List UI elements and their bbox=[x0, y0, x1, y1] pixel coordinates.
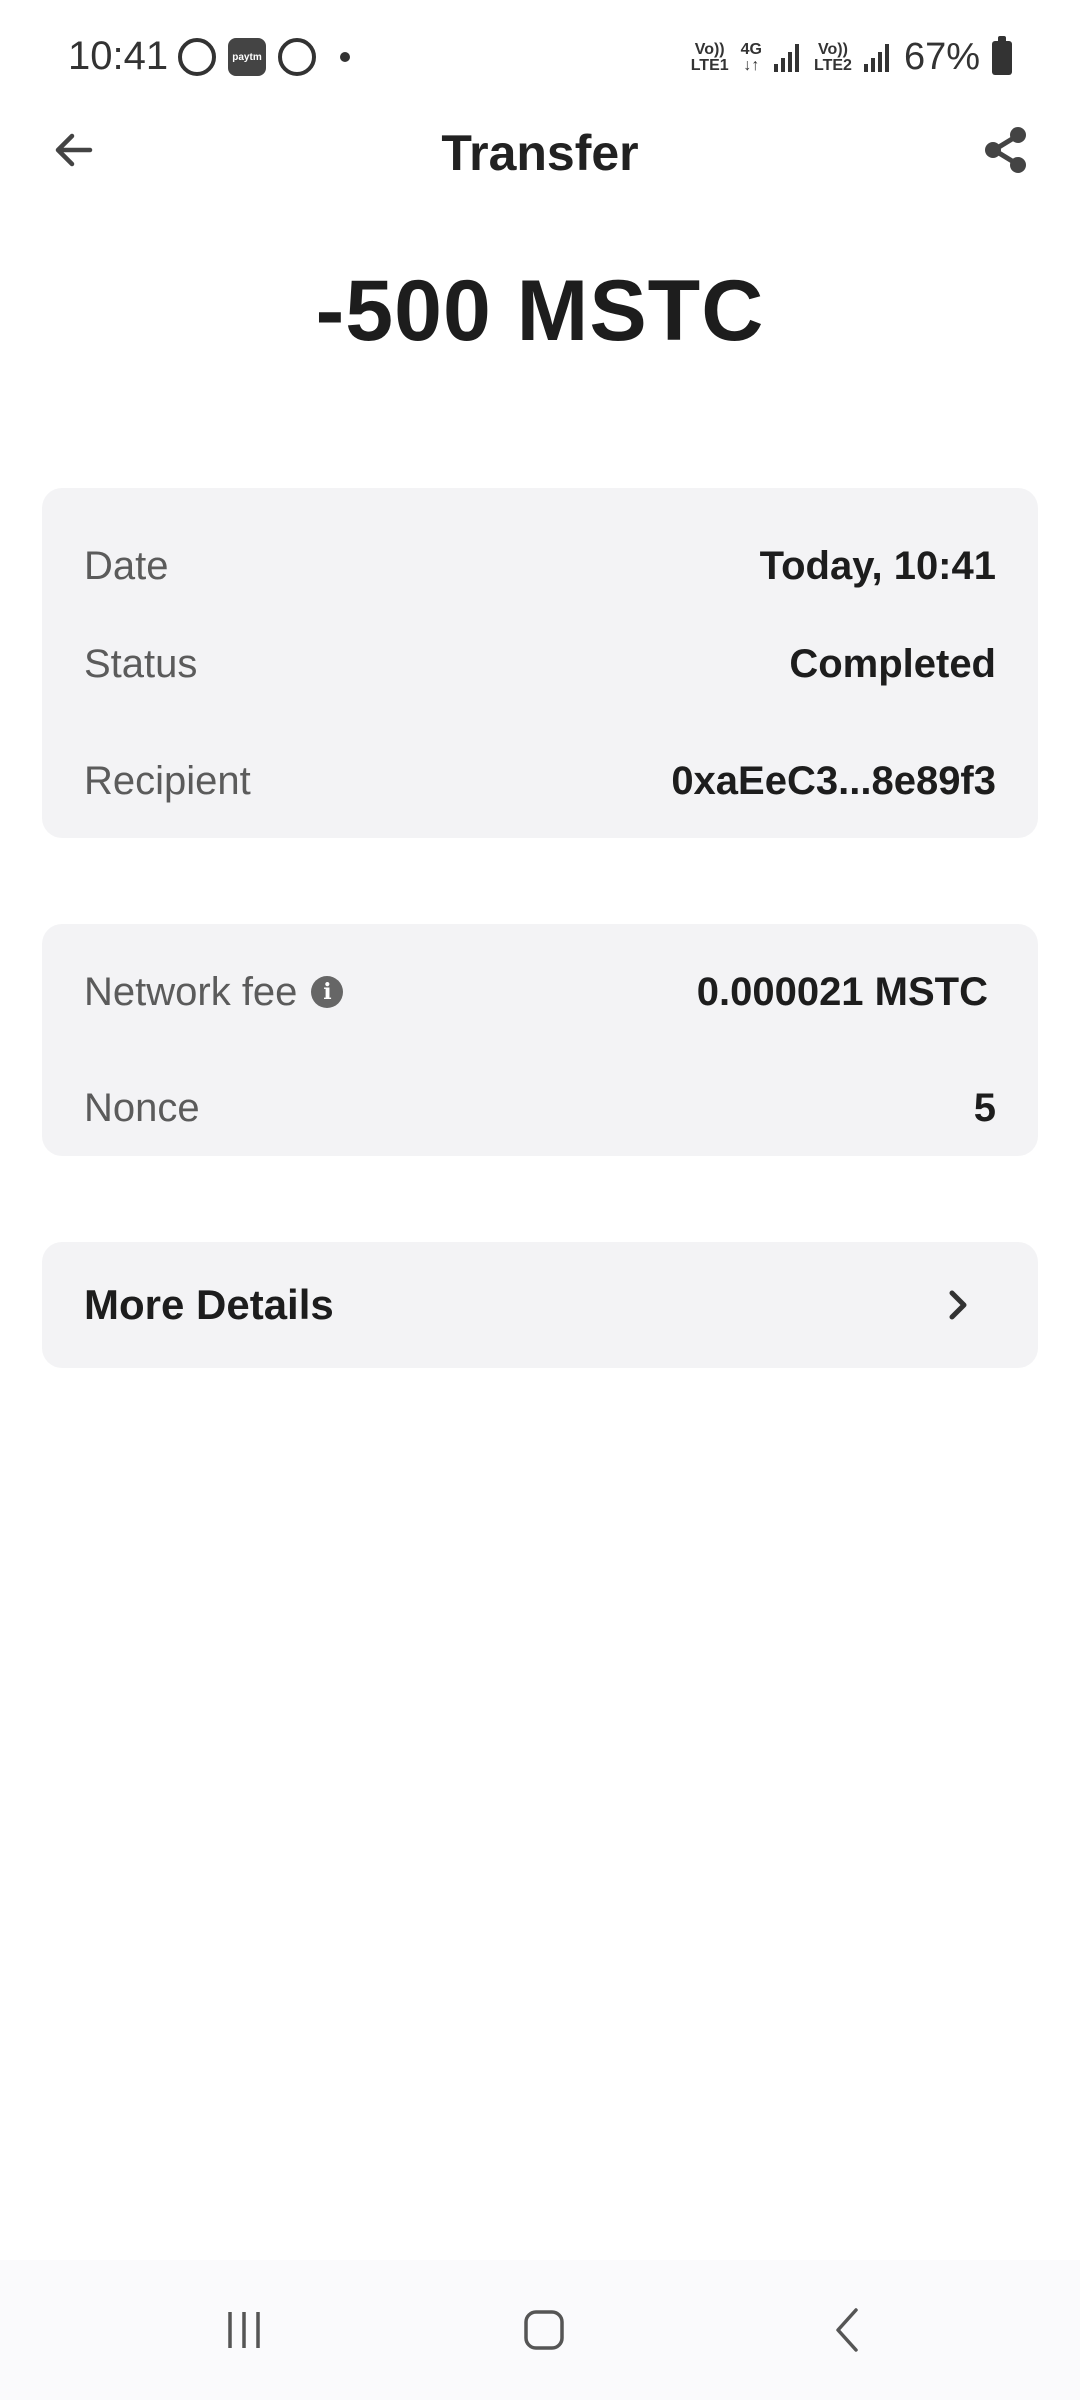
more-details-label: More Details bbox=[84, 1281, 334, 1328]
recipient-label: Recipient bbox=[84, 758, 251, 803]
transfer-amount: -500 MSTC bbox=[315, 263, 765, 359]
nonce-value: 5 bbox=[973, 1085, 996, 1130]
chevron-right-icon bbox=[949, 1290, 967, 1320]
home-button[interactable] bbox=[514, 2300, 574, 2360]
recent-apps-button[interactable] bbox=[214, 2300, 274, 2360]
4g-indicator: 4G ↓↑ bbox=[740, 40, 762, 74]
battery-icon bbox=[992, 35, 1012, 75]
network-fee-row: Network fee i 0.000021 MSTC bbox=[84, 962, 996, 1022]
status-label: Status bbox=[84, 641, 198, 686]
network-fee-label: Network fee i bbox=[84, 970, 344, 1015]
more-details-button[interactable]: More Details bbox=[42, 1242, 1038, 1368]
status-bar: 10:41 paytm Vo)) LTE1 4G ↓↑ Vo)) LTE2 67… bbox=[0, 0, 1080, 120]
whatsapp-icon bbox=[178, 38, 216, 76]
system-indicators: Vo)) LTE1 4G ↓↑ Vo)) LTE2 67% bbox=[690, 35, 1012, 79]
share-icon bbox=[985, 127, 1026, 173]
nonce-row: Nonce 5 bbox=[84, 1078, 996, 1138]
app-header: Transfer bbox=[0, 120, 1080, 260]
volte-sim2-indicator: Vo)) LTE2 bbox=[814, 40, 852, 74]
date-row: Date Today, 10:41 bbox=[84, 506, 996, 626]
recent-apps-icon bbox=[228, 2312, 260, 2348]
recipient-address[interactable]: 0xaEeC3...8e89f3 bbox=[671, 759, 996, 804]
info-icon[interactable]: i bbox=[311, 976, 344, 1008]
battery-percentage: 67% bbox=[903, 36, 980, 78]
date-label: Date bbox=[84, 543, 169, 588]
page-title: Transfer bbox=[441, 125, 639, 181]
recipient-row[interactable]: Recipient 0xaEeC3...8e89f3 bbox=[84, 751, 996, 811]
fee-card: Network fee i 0.000021 MSTC Nonce 5 bbox=[42, 924, 1038, 1156]
more-notifications-dot bbox=[340, 52, 350, 62]
more-details-row[interactable]: More Details bbox=[84, 1242, 996, 1368]
chevron-left-icon bbox=[836, 2308, 858, 2352]
paytm-icon: paytm bbox=[228, 38, 266, 76]
notification-icons: paytm bbox=[178, 38, 350, 76]
status-time: 10:41 bbox=[68, 34, 169, 78]
date-value: Today, 10:41 bbox=[759, 543, 996, 588]
share-button[interactable] bbox=[976, 120, 1036, 180]
home-icon bbox=[524, 2310, 564, 2350]
signal-sim1-icon bbox=[774, 43, 802, 72]
transaction-details-card: Date Today, 10:41 Status Completed Recip… bbox=[42, 488, 1038, 838]
nonce-label: Nonce bbox=[84, 1085, 200, 1130]
system-back-button[interactable] bbox=[818, 2300, 878, 2360]
system-nav-bar bbox=[0, 2260, 1080, 2400]
volte-sim1-indicator: Vo)) LTE1 bbox=[690, 40, 729, 74]
cred-icon bbox=[278, 38, 316, 76]
status-row: Status Completed bbox=[84, 634, 996, 694]
signal-sim2-icon bbox=[863, 43, 892, 72]
network-fee-value: 0.000021 MSTC bbox=[696, 969, 988, 1014]
status-value: Completed bbox=[789, 641, 996, 686]
